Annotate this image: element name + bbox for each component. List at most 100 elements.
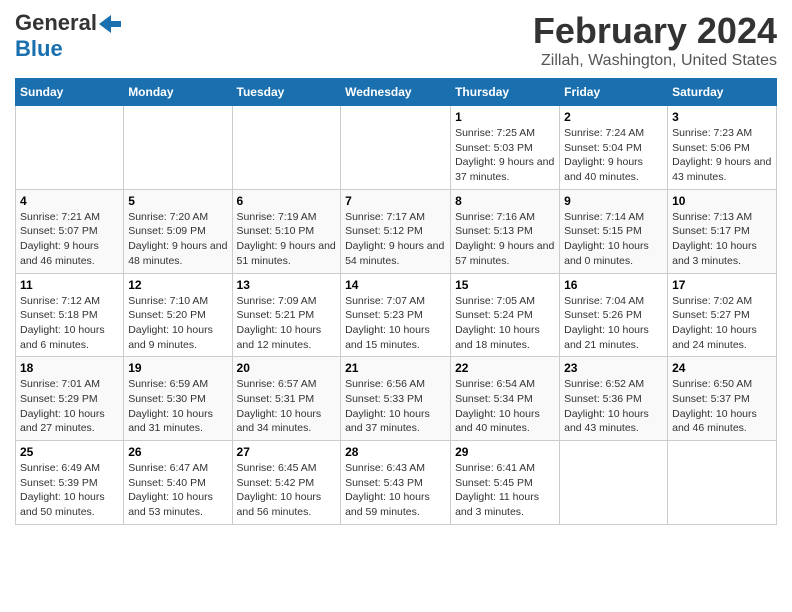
day-detail: Sunrise: 7:24 AM Sunset: 5:04 PM Dayligh… [564,126,663,185]
day-number: 25 [20,445,119,459]
day-detail: Sunrise: 7:25 AM Sunset: 5:03 PM Dayligh… [455,126,555,185]
day-number: 18 [20,361,119,375]
day-detail: Sunrise: 6:59 AM Sunset: 5:30 PM Dayligh… [128,377,227,436]
day-detail: Sunrise: 6:45 AM Sunset: 5:42 PM Dayligh… [237,461,337,520]
day-number: 23 [564,361,663,375]
day-detail: Sunrise: 6:56 AM Sunset: 5:33 PM Dayligh… [345,377,446,436]
day-number: 19 [128,361,227,375]
calendar-cell: 11 Sunrise: 7:12 AM Sunset: 5:18 PM Dayli… [16,273,124,357]
calendar-cell: 5 Sunrise: 7:20 AM Sunset: 5:09 PM Daylig… [124,189,232,273]
day-number: 12 [128,278,227,292]
calendar-cell: 21 Sunrise: 6:56 AM Sunset: 5:33 PM Dayli… [341,357,451,441]
calendar-cell: 7 Sunrise: 7:17 AM Sunset: 5:12 PM Daylig… [341,189,451,273]
day-detail: Sunrise: 7:09 AM Sunset: 5:21 PM Dayligh… [237,294,337,353]
day-detail: Sunrise: 7:17 AM Sunset: 5:12 PM Dayligh… [345,210,446,269]
logo-text: General [15,10,121,36]
calendar-cell: 2 Sunrise: 7:24 AM Sunset: 5:04 PM Daylig… [560,106,668,190]
header-thursday: Thursday [451,79,560,106]
day-number: 5 [128,194,227,208]
day-number: 26 [128,445,227,459]
day-detail: Sunrise: 7:01 AM Sunset: 5:29 PM Dayligh… [20,377,119,436]
day-detail: Sunrise: 7:23 AM Sunset: 5:06 PM Dayligh… [672,126,772,185]
header-sunday: Sunday [16,79,124,106]
calendar-week-5: 25 Sunrise: 6:49 AM Sunset: 5:39 PM Dayli… [16,441,777,525]
calendar-cell: 16 Sunrise: 7:04 AM Sunset: 5:26 PM Dayli… [560,273,668,357]
calendar-cell [124,106,232,190]
calendar-cell: 6Sunrise: 7:19 AM Sunset: 5:10 PM Daylig… [232,189,341,273]
day-detail: Sunrise: 7:10 AM Sunset: 5:20 PM Dayligh… [128,294,227,353]
day-detail: Sunrise: 7:20 AM Sunset: 5:09 PM Dayligh… [128,210,227,269]
calendar-header-row: SundayMondayTuesdayWednesdayThursdayFrid… [16,79,777,106]
calendar-cell: 24 Sunrise: 6:50 AM Sunset: 5:37 PM Dayli… [668,357,777,441]
day-number: 9 [564,194,663,208]
day-number: 20 [237,361,337,375]
calendar-cell: 28 Sunrise: 6:43 AM Sunset: 5:43 PM Dayli… [341,441,451,525]
day-number: 2 [564,110,663,124]
header-saturday: Saturday [668,79,777,106]
calendar-cell: 4 Sunrise: 7:21 AM Sunset: 5:07 PM Daylig… [16,189,124,273]
day-number: 8 [455,194,555,208]
calendar-cell: 20 Sunrise: 6:57 AM Sunset: 5:31 PM Dayli… [232,357,341,441]
calendar-cell: 19 Sunrise: 6:59 AM Sunset: 5:30 PM Dayli… [124,357,232,441]
calendar-cell: 13 Sunrise: 7:09 AM Sunset: 5:21 PM Dayli… [232,273,341,357]
day-detail: Sunrise: 6:47 AM Sunset: 5:40 PM Dayligh… [128,461,227,520]
page-header: General Blue February 2024 Zillah, Washi… [15,10,777,70]
title-block: February 2024 Zillah, Washington, United… [533,10,777,70]
day-number: 16 [564,278,663,292]
day-detail: Sunrise: 6:57 AM Sunset: 5:31 PM Dayligh… [237,377,337,436]
day-detail: Sunrise: 7:12 AM Sunset: 5:18 PM Dayligh… [20,294,119,353]
calendar-week-1: 1 Sunrise: 7:25 AM Sunset: 5:03 PM Daylig… [16,106,777,190]
day-detail: Sunrise: 6:52 AM Sunset: 5:36 PM Dayligh… [564,377,663,436]
day-number: 22 [455,361,555,375]
header-monday: Monday [124,79,232,106]
day-number: 3 [672,110,772,124]
calendar-cell: 3 Sunrise: 7:23 AM Sunset: 5:06 PM Daylig… [668,106,777,190]
day-number: 29 [455,445,555,459]
day-detail: Sunrise: 6:43 AM Sunset: 5:43 PM Dayligh… [345,461,446,520]
calendar-cell: 22Sunrise: 6:54 AM Sunset: 5:34 PM Dayli… [451,357,560,441]
calendar-cell: 8 Sunrise: 7:16 AM Sunset: 5:13 PM Daylig… [451,189,560,273]
calendar-cell: 14 Sunrise: 7:07 AM Sunset: 5:23 PM Dayli… [341,273,451,357]
calendar-cell [560,441,668,525]
day-detail: Sunrise: 6:49 AM Sunset: 5:39 PM Dayligh… [20,461,119,520]
day-detail: Sunrise: 7:04 AM Sunset: 5:26 PM Dayligh… [564,294,663,353]
header-friday: Friday [560,79,668,106]
header-wednesday: Wednesday [341,79,451,106]
calendar-cell: 1 Sunrise: 7:25 AM Sunset: 5:03 PM Daylig… [451,106,560,190]
calendar-cell: 23 Sunrise: 6:52 AM Sunset: 5:36 PM Dayli… [560,357,668,441]
calendar-cell [232,106,341,190]
calendar-cell: 12 Sunrise: 7:10 AM Sunset: 5:20 PM Dayli… [124,273,232,357]
calendar-title: February 2024 [533,10,777,52]
day-detail: Sunrise: 6:50 AM Sunset: 5:37 PM Dayligh… [672,377,772,436]
day-number: 11 [20,278,119,292]
day-number: 7 [345,194,446,208]
day-number: 10 [672,194,772,208]
day-detail: Sunrise: 7:07 AM Sunset: 5:23 PM Dayligh… [345,294,446,353]
day-number: 13 [237,278,337,292]
day-detail: Sunrise: 7:21 AM Sunset: 5:07 PM Dayligh… [20,210,119,269]
day-number: 1 [455,110,555,124]
day-number: 24 [672,361,772,375]
calendar-table: SundayMondayTuesdayWednesdayThursdayFrid… [15,78,777,525]
day-detail: Sunrise: 6:41 AM Sunset: 5:45 PM Dayligh… [455,461,555,520]
calendar-subtitle: Zillah, Washington, United States [533,52,777,70]
day-detail: Sunrise: 7:14 AM Sunset: 5:15 PM Dayligh… [564,210,663,269]
day-detail: Sunrise: 7:19 AM Sunset: 5:10 PM Dayligh… [237,210,337,269]
day-number: 17 [672,278,772,292]
calendar-cell: 10 Sunrise: 7:13 AM Sunset: 5:17 PM Dayli… [668,189,777,273]
calendar-week-2: 4 Sunrise: 7:21 AM Sunset: 5:07 PM Daylig… [16,189,777,273]
calendar-cell [341,106,451,190]
day-detail: Sunrise: 7:05 AM Sunset: 5:24 PM Dayligh… [455,294,555,353]
day-number: 28 [345,445,446,459]
calendar-cell [668,441,777,525]
day-number: 15 [455,278,555,292]
day-detail: Sunrise: 7:02 AM Sunset: 5:27 PM Dayligh… [672,294,772,353]
day-detail: Sunrise: 7:13 AM Sunset: 5:17 PM Dayligh… [672,210,772,269]
day-detail: Sunrise: 7:16 AM Sunset: 5:13 PM Dayligh… [455,210,555,269]
day-number: 21 [345,361,446,375]
day-number: 14 [345,278,446,292]
calendar-cell: 29 Sunrise: 6:41 AM Sunset: 5:45 PM Dayli… [451,441,560,525]
day-number: 4 [20,194,119,208]
calendar-cell: 25 Sunrise: 6:49 AM Sunset: 5:39 PM Dayli… [16,441,124,525]
logo: General Blue [15,10,121,62]
